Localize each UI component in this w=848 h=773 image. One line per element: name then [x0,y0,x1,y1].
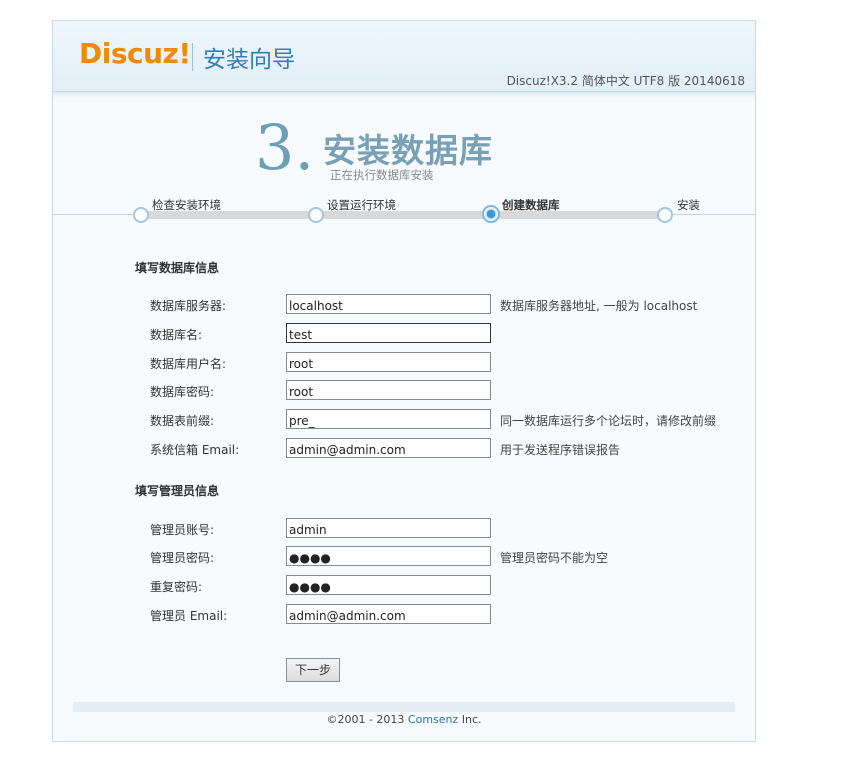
system-email-label: 系统信箱 Email: [150,443,240,457]
db-user-label: 数据库用户名: [150,357,227,371]
progress-step-dot-1 [133,207,149,223]
repeat-password-value: ●●●● [289,580,331,594]
progress-step-dot-4 [657,207,673,223]
installer-window: Discuz! 安装向导 Discuz!X3.2 简体中文 UTF8 版 201… [52,20,756,742]
system-email-hint: 用于发送程序错误报告 [500,443,621,457]
admin-account-input[interactable]: admin [286,518,491,538]
footer-copyright: ©2001 - 2013 Comsenz Inc. [53,713,755,726]
copyright-text: ©2001 - 2013 [326,713,408,726]
db-prefix-input[interactable]: pre_ [286,409,491,429]
progress-step-label-4: 安装 [677,198,700,212]
db-host-hint: 数据库服务器地址, 一般为 localhost [500,299,698,313]
comsenz-link[interactable]: Comsenz [408,713,458,726]
repeat-password-input[interactable]: ●●●● [286,575,491,595]
version-text: Discuz!X3.2 简体中文 UTF8 版 20140618 [506,74,745,88]
admin-account-label: 管理员账号: [150,523,215,537]
admin-email-value: admin@admin.com [289,609,406,623]
db-host-value: localhost [289,299,343,313]
db-name-value: test [289,328,313,342]
progress-step-label-3: 创建数据库 [502,198,560,212]
wizard-title: 安装向导 [203,47,295,73]
header-shadow [53,92,755,98]
step-title: 安装数据库 [323,131,493,170]
db-prefix-label: 数据表前缀: [150,414,215,428]
progress-step-dot-3-current [482,205,500,223]
system-email-input[interactable]: admin@admin.com [286,438,491,458]
progress-step-dot-2 [308,207,324,223]
step-subtitle: 正在执行数据库安装 [330,168,434,182]
admin-password-hint: 管理员密码不能为空 [500,551,609,565]
db-prefix-value: pre_ [289,414,315,428]
db-name-label: 数据库名: [150,328,203,342]
admin-email-input[interactable]: admin@admin.com [286,604,491,624]
db-host-label: 数据库服务器: [150,299,227,313]
db-prefix-hint: 同一数据库运行多个论坛时，请修改前缀 [500,414,717,428]
db-section-title: 填写数据库信息 [135,261,220,275]
db-name-input[interactable]: test [286,323,491,343]
progress-step-label-1: 检查安装环境 [152,198,221,212]
logo-divider [192,43,193,71]
db-password-input[interactable]: root [286,380,491,400]
next-step-button[interactable]: 下一步 [286,658,340,682]
admin-section-title: 填写管理员信息 [135,484,220,498]
copyright-suffix: Inc. [458,713,482,726]
db-user-input[interactable]: root [286,352,491,372]
db-password-value: root [289,385,314,399]
admin-password-value: ●●●● [289,551,331,565]
step-number: 3. [255,111,315,184]
header: Discuz! 安装向导 Discuz!X3.2 简体中文 UTF8 版 201… [53,21,755,92]
admin-email-label: 管理员 Email: [150,609,228,623]
repeat-password-label: 重复密码: [150,580,203,594]
footer-divider [73,702,735,712]
system-email-value: admin@admin.com [289,443,406,457]
db-host-input[interactable]: localhost [286,294,491,314]
admin-account-value: admin [289,523,327,537]
discuz-logo: Discuz! [79,37,191,70]
db-password-label: 数据库密码: [150,385,215,399]
db-user-value: root [289,357,314,371]
progress-step-label-2: 设置运行环境 [327,198,396,212]
admin-password-label: 管理员密码: [150,551,215,565]
admin-password-input[interactable]: ●●●● [286,546,491,566]
